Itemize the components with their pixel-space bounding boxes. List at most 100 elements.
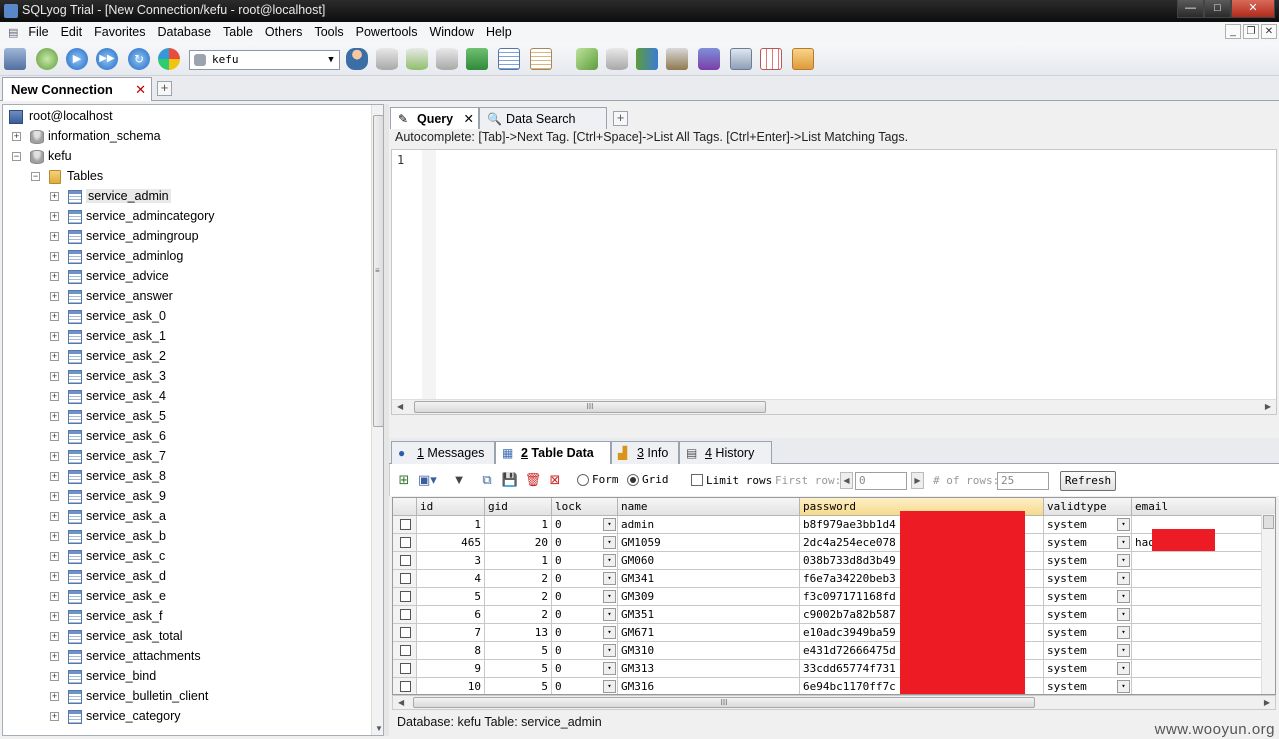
cell-gid[interactable]: 2 <box>485 588 552 606</box>
expand-icon[interactable]: + <box>50 692 59 701</box>
table-row[interactable]: 4 2 0 ▾ GM341 f6e7a34220beb3 system ▾ <box>393 570 1275 588</box>
create-db-icon[interactable] <box>376 48 398 70</box>
add-connection-button[interactable]: + <box>157 81 172 96</box>
chevron-down-icon[interactable]: ▾ <box>1117 518 1130 531</box>
execute-icon[interactable]: ▶ <box>66 48 88 70</box>
scrollbar-thumb[interactable] <box>1263 515 1274 529</box>
user-manager-icon[interactable] <box>346 48 368 70</box>
limit-rows-checkbox[interactable] <box>691 474 703 486</box>
menu-database[interactable]: Database <box>152 25 218 39</box>
cell-id[interactable]: 9 <box>417 660 485 678</box>
grid-hscrollbar[interactable]: ◀ III ▶ <box>392 695 1276 710</box>
chevron-down-icon[interactable]: ▾ <box>1117 662 1130 675</box>
connect-icon[interactable] <box>36 48 58 70</box>
create-table-icon[interactable] <box>406 48 428 70</box>
scrollbar-thumb[interactable]: ≡ <box>373 115 383 427</box>
cell-validtype[interactable]: system ▾ <box>1044 606 1132 624</box>
row-checkbox[interactable] <box>400 609 411 620</box>
row-selector[interactable] <box>393 660 417 678</box>
grid-vscrollbar[interactable] <box>1261 514 1275 694</box>
cell-email[interactable] <box>1132 642 1275 660</box>
scheduler-icon[interactable] <box>698 48 720 70</box>
scroll-left-icon[interactable]: ◀ <box>397 402 403 411</box>
cell-lock[interactable]: 0 ▾ <box>552 588 618 606</box>
cell-id[interactable]: 6 <box>417 606 485 624</box>
mdi-minimize-button[interactable]: _ <box>1225 24 1241 39</box>
collapse-icon[interactable]: − <box>12 152 21 161</box>
cell-gid[interactable]: 5 <box>485 642 552 660</box>
refresh-icon[interactable]: ↻ <box>128 48 150 70</box>
cell-email[interactable] <box>1132 624 1275 642</box>
chevron-down-icon[interactable]: ▾ <box>603 662 616 675</box>
chevron-down-icon[interactable]: ▾ <box>603 608 616 621</box>
form-view-radio[interactable] <box>577 474 589 486</box>
cell-lock[interactable]: 0 ▾ <box>552 516 618 534</box>
database-select[interactable]: kefu ▼ <box>189 50 340 70</box>
visual-icon[interactable] <box>792 48 814 70</box>
cell-validtype[interactable]: system ▾ <box>1044 678 1132 694</box>
expand-icon[interactable]: + <box>50 512 59 521</box>
chevron-down-icon[interactable]: ▾ <box>603 518 616 531</box>
mdi-close-button[interactable]: ✕ <box>1261 24 1277 39</box>
scrollbar-thumb[interactable]: III <box>413 697 1035 708</box>
menu-others[interactable]: Others <box>259 25 309 39</box>
import-icon[interactable] <box>606 48 628 70</box>
table-row[interactable]: 3 1 0 ▾ GM060 038b733d8d3b49 system ▾ <box>393 552 1275 570</box>
close-tab-icon[interactable]: ✕ <box>464 111 474 126</box>
cell-id[interactable]: 4 <box>417 570 485 588</box>
expand-icon[interactable]: + <box>50 712 59 721</box>
cell-name[interactable]: GM351 <box>618 606 800 624</box>
execute-all-icon[interactable]: ▶▶ <box>96 48 118 70</box>
cell-lock[interactable]: 0 ▾ <box>552 642 618 660</box>
row-selector[interactable] <box>393 624 417 642</box>
expand-icon[interactable]: + <box>50 252 59 261</box>
expand-icon[interactable]: + <box>50 312 59 321</box>
chevron-down-icon[interactable]: ▾ <box>603 644 616 657</box>
menu-file[interactable]: File <box>22 25 54 39</box>
expand-icon[interactable]: + <box>50 552 59 561</box>
chevron-down-icon[interactable]: ▾ <box>1117 572 1130 585</box>
save-icon[interactable]: 💾 <box>501 471 519 489</box>
expand-icon[interactable]: + <box>50 672 59 681</box>
row-selector[interactable] <box>393 516 417 534</box>
restore-icon[interactable] <box>466 48 488 70</box>
row-checkbox[interactable] <box>400 663 411 674</box>
cell-lock[interactable]: 0 ▾ <box>552 534 618 552</box>
chevron-down-icon[interactable]: ▾ <box>603 536 616 549</box>
cell-email[interactable] <box>1132 606 1275 624</box>
cell-lock[interactable]: 0 ▾ <box>552 624 618 642</box>
table-row[interactable]: 1 1 0 ▾ admin b8f979ae3bb1d4 system ▾ <box>393 516 1275 534</box>
expand-icon[interactable]: + <box>50 232 59 241</box>
menu-doc-icon[interactable]: ▤ <box>0 26 22 39</box>
cell-email[interactable] <box>1132 678 1275 694</box>
menu-help[interactable]: Help <box>480 25 518 39</box>
tab-table-data[interactable]: ▦ 2 Table Data <box>495 441 611 465</box>
expand-icon[interactable]: + <box>50 632 59 641</box>
table-row[interactable]: 5 2 0 ▾ GM309 f3c097171168fd system ▾ <box>393 588 1275 606</box>
cell-id[interactable]: 5 <box>417 588 485 606</box>
refresh-button[interactable]: Refresh <box>1060 471 1116 491</box>
expand-icon[interactable]: + <box>50 352 59 361</box>
tab-history[interactable]: ▤ 4 History <box>679 441 772 464</box>
column-header-lock[interactable]: lock <box>552 498 618 516</box>
cell-gid[interactable]: 1 <box>485 516 552 534</box>
table-row[interactable]: 465200▾GM10592dc4a254ece078system▾hao @k… <box>393 534 1275 552</box>
expand-icon[interactable]: + <box>50 492 59 501</box>
expand-icon[interactable]: + <box>50 472 59 481</box>
cell-gid[interactable]: 5 <box>485 678 552 694</box>
column-header-validtype[interactable]: validtype <box>1044 498 1132 516</box>
cell-gid[interactable]: 5 <box>485 660 552 678</box>
maximize-button[interactable]: □ <box>1204 0 1231 18</box>
tab-query[interactable]: ✎ Query ✕ <box>390 107 479 129</box>
expand-icon[interactable]: + <box>50 292 59 301</box>
cell-lock[interactable]: 0 ▾ <box>552 570 618 588</box>
scroll-right-icon[interactable]: ▶ <box>1265 402 1271 411</box>
row-checkbox[interactable] <box>400 519 411 530</box>
chevron-down-icon[interactable]: ▾ <box>603 554 616 567</box>
query-editor[interactable]: 1 ◀ III ▶ <box>391 149 1277 415</box>
backup-icon[interactable] <box>436 48 458 70</box>
cell-email[interactable] <box>1132 660 1275 678</box>
expand-icon[interactable]: + <box>12 132 21 141</box>
cell-lock[interactable]: 0 ▾ <box>552 552 618 570</box>
chevron-down-icon[interactable]: ▾ <box>1117 608 1130 621</box>
